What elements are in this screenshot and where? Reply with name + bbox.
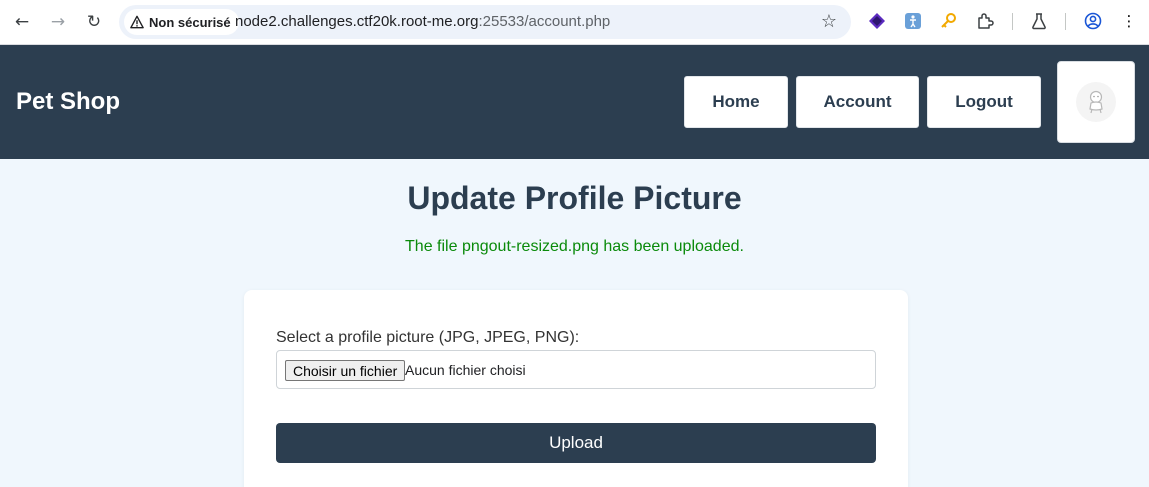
warning-icon: [130, 15, 144, 29]
browser-menu-button[interactable]: ⋮: [1118, 10, 1140, 32]
extensions-puzzle-button[interactable]: [974, 10, 996, 32]
upload-button[interactable]: Upload: [276, 423, 876, 463]
ghost-avatar-icon: [1089, 90, 1103, 114]
browser-toolbar: ← → ↻ Non sécurisé node2.challenges.ctf2…: [0, 0, 1149, 45]
choose-file-button[interactable]: Choisir un fichier: [285, 360, 406, 381]
labs-button[interactable]: [1028, 10, 1050, 32]
more-vertical-icon: ⋮: [1121, 12, 1137, 30]
security-label: Non sécurisé: [149, 14, 231, 30]
extension-accessibility-icon[interactable]: [902, 10, 924, 32]
toolbar-separator: [1065, 13, 1066, 30]
toolbar-separator: [1012, 13, 1013, 30]
nav-account-button[interactable]: Account: [796, 76, 919, 128]
key-icon: [941, 13, 956, 28]
forward-icon: →: [50, 12, 66, 32]
back-button[interactable]: ←: [8, 8, 36, 36]
forward-button[interactable]: →: [44, 8, 72, 36]
reload-button[interactable]: ↻: [80, 8, 108, 36]
accessibility-icon: [905, 13, 921, 29]
profile-icon: [1084, 12, 1102, 30]
security-chip[interactable]: Non sécurisé: [124, 9, 239, 35]
nav-logout-button[interactable]: Logout: [927, 76, 1041, 128]
avatar-circle: [1076, 82, 1116, 122]
file-input-label: Select a profile picture (JPG, JPEG, PNG…: [276, 329, 580, 346]
extension-layers-icon[interactable]: [866, 10, 888, 32]
flask-icon: [1032, 13, 1046, 30]
url-text[interactable]: node2.challenges.ctf20k.root-me.org:2553…: [235, 13, 610, 30]
address-bar[interactable]: Non sécurisé node2.challenges.ctf20k.roo…: [119, 5, 851, 39]
reload-icon: ↻: [86, 12, 102, 32]
puzzle-icon: [978, 13, 994, 29]
profile-avatar[interactable]: [1057, 61, 1135, 143]
site-header: Pet Shop Home Account Logout: [0, 45, 1149, 159]
file-input[interactable]: Choisir un fichier Aucun fichier choisi: [276, 350, 876, 389]
site-brand[interactable]: Pet Shop: [16, 88, 120, 116]
back-icon: ←: [14, 12, 30, 32]
profile-button[interactable]: [1082, 10, 1104, 32]
extension-key-icon[interactable]: [938, 10, 960, 32]
layers-icon: [869, 13, 885, 29]
url-path: :25533/account.php: [478, 13, 611, 30]
bookmark-star-icon[interactable]: ☆: [821, 11, 837, 32]
nav-home-button[interactable]: Home: [684, 76, 788, 128]
page-title: Update Profile Picture: [407, 180, 742, 216]
upload-form-card: Select a profile picture (JPG, JPEG, PNG…: [244, 290, 908, 487]
upload-success-message: The file pngout-resized.png has been upl…: [405, 238, 744, 255]
file-status-text: Aucun fichier choisi: [405, 362, 526, 378]
url-host: node2.challenges.ctf20k.root-me.org: [235, 13, 479, 30]
